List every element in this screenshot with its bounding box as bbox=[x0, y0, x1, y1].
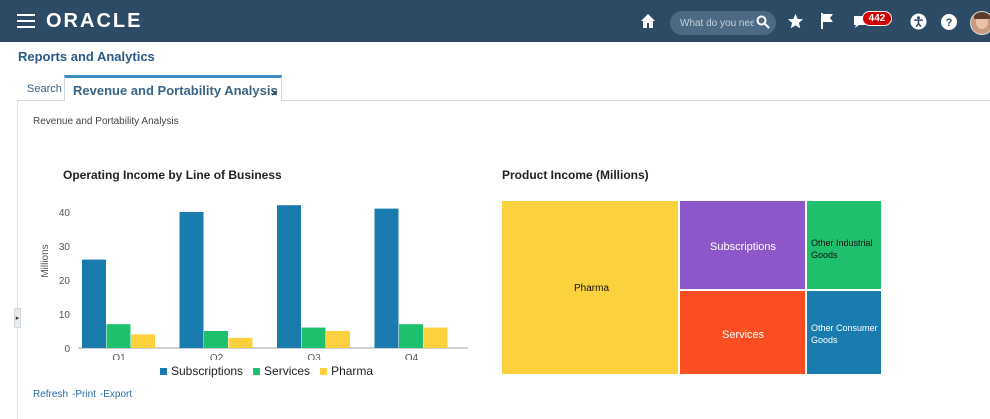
accessibility-icon[interactable] bbox=[910, 13, 927, 30]
bar-subscriptions-q1 bbox=[82, 259, 106, 348]
y-tick-label: 20 bbox=[59, 276, 71, 287]
product-income-treemap: Pharma Subscriptions Services Other Industr… bbox=[501, 200, 882, 375]
bar-subscriptions-q2 bbox=[179, 212, 204, 348]
close-tab-icon[interactable]: × bbox=[271, 86, 278, 100]
user-avatar[interactable] bbox=[970, 11, 990, 35]
treemap-title: Product Income (Millions) bbox=[502, 168, 649, 182]
tab-revenue-analysis[interactable]: Revenue and Portability Analysis × bbox=[64, 75, 282, 101]
bar-services-q4 bbox=[399, 324, 423, 348]
x-tick-label: Q3 bbox=[307, 353, 321, 360]
help-icon[interactable]: ? bbox=[941, 14, 957, 30]
search-icon[interactable] bbox=[756, 15, 770, 29]
print-link[interactable]: -Print bbox=[72, 389, 96, 400]
hamburger-icon[interactable] bbox=[17, 14, 35, 28]
star-icon[interactable] bbox=[787, 13, 804, 30]
bar-services-q3 bbox=[301, 327, 326, 348]
treemap-cell-other-industrial-goods[interactable]: Other Industrial Goods bbox=[806, 200, 882, 290]
home-icon[interactable] bbox=[640, 13, 656, 29]
treemap-cell-label: Other Industrial Goods bbox=[811, 238, 873, 260]
bar-subscriptions-q4 bbox=[374, 208, 399, 348]
bar-services-q1 bbox=[106, 324, 131, 348]
bar-subscriptions-q3 bbox=[277, 205, 301, 348]
expand-panel-handle[interactable]: ▸ bbox=[14, 308, 21, 328]
x-tick-label: Q2 bbox=[210, 353, 224, 360]
export-link[interactable]: -Export bbox=[100, 389, 132, 400]
search-input[interactable] bbox=[678, 14, 756, 32]
y-tick-label: 40 bbox=[59, 208, 71, 219]
page-title: Reports and Analytics bbox=[18, 49, 155, 64]
global-search bbox=[670, 11, 776, 35]
legend-label: Subscriptions bbox=[171, 364, 244, 378]
x-tick-label: Q4 bbox=[405, 353, 419, 360]
treemap-cell-label: Subscriptions bbox=[710, 241, 777, 253]
legend-swatch bbox=[253, 367, 261, 375]
treemap-cell-subscriptions[interactable]: Subscriptions bbox=[679, 200, 806, 290]
tab-label: Revenue and Portability Analysis bbox=[73, 83, 278, 98]
legend-label: Services bbox=[264, 364, 311, 378]
bar-pharma-q4 bbox=[423, 327, 448, 348]
flag-icon[interactable] bbox=[819, 12, 835, 30]
top-navigation-bar: ORACLE 442 ? bbox=[0, 0, 990, 42]
legend-item: Subscriptions bbox=[160, 364, 243, 378]
bar-services-q2 bbox=[204, 331, 228, 348]
y-axis-label: Millions bbox=[40, 244, 51, 277]
treemap-cell-label: Services bbox=[722, 329, 765, 341]
treemap-cell-pharma[interactable]: Pharma bbox=[501, 200, 679, 375]
svg-text:?: ? bbox=[946, 17, 953, 29]
legend-swatch bbox=[320, 367, 328, 375]
x-tick-label: Q1 bbox=[112, 353, 126, 360]
legend-swatch bbox=[160, 367, 167, 375]
refresh-link[interactable]: Refresh bbox=[33, 389, 68, 400]
operating-income-bar-chart: 0 10 20 30 40 Millions Q1 Q2 Q3 Q4 bbox=[40, 205, 468, 360]
tab-search[interactable]: Search bbox=[27, 83, 62, 95]
legend-item: Pharma bbox=[320, 364, 373, 378]
y-tick-label: 30 bbox=[59, 242, 71, 253]
report-actions: Refresh -Print -Export bbox=[33, 389, 132, 400]
notification-badge[interactable]: 442 bbox=[862, 11, 892, 26]
report-breadcrumb: Revenue and Portability Analysis bbox=[33, 116, 179, 127]
treemap-cell-other-consumer-goods[interactable]: Other Consumer Goods bbox=[806, 290, 882, 375]
oracle-logo[interactable]: ORACLE bbox=[46, 10, 142, 33]
treemap-cell-label: Other Consumer Goods bbox=[811, 323, 878, 345]
bar-chart-title: Operating Income by Line of Business bbox=[63, 168, 282, 182]
y-tick-label: 0 bbox=[64, 344, 70, 355]
legend-item: Services bbox=[253, 364, 310, 378]
bar-chart-legend: Subscriptions Services Pharma bbox=[160, 364, 373, 378]
treemap-cell-services[interactable]: Services bbox=[679, 290, 806, 375]
bar-pharma-q2 bbox=[228, 337, 253, 348]
legend-label: Pharma bbox=[331, 364, 374, 378]
y-tick-label: 10 bbox=[59, 310, 71, 321]
treemap-cell-label: Pharma bbox=[574, 283, 610, 294]
bar-pharma-q1 bbox=[131, 334, 155, 348]
bar-pharma-q3 bbox=[326, 331, 350, 348]
